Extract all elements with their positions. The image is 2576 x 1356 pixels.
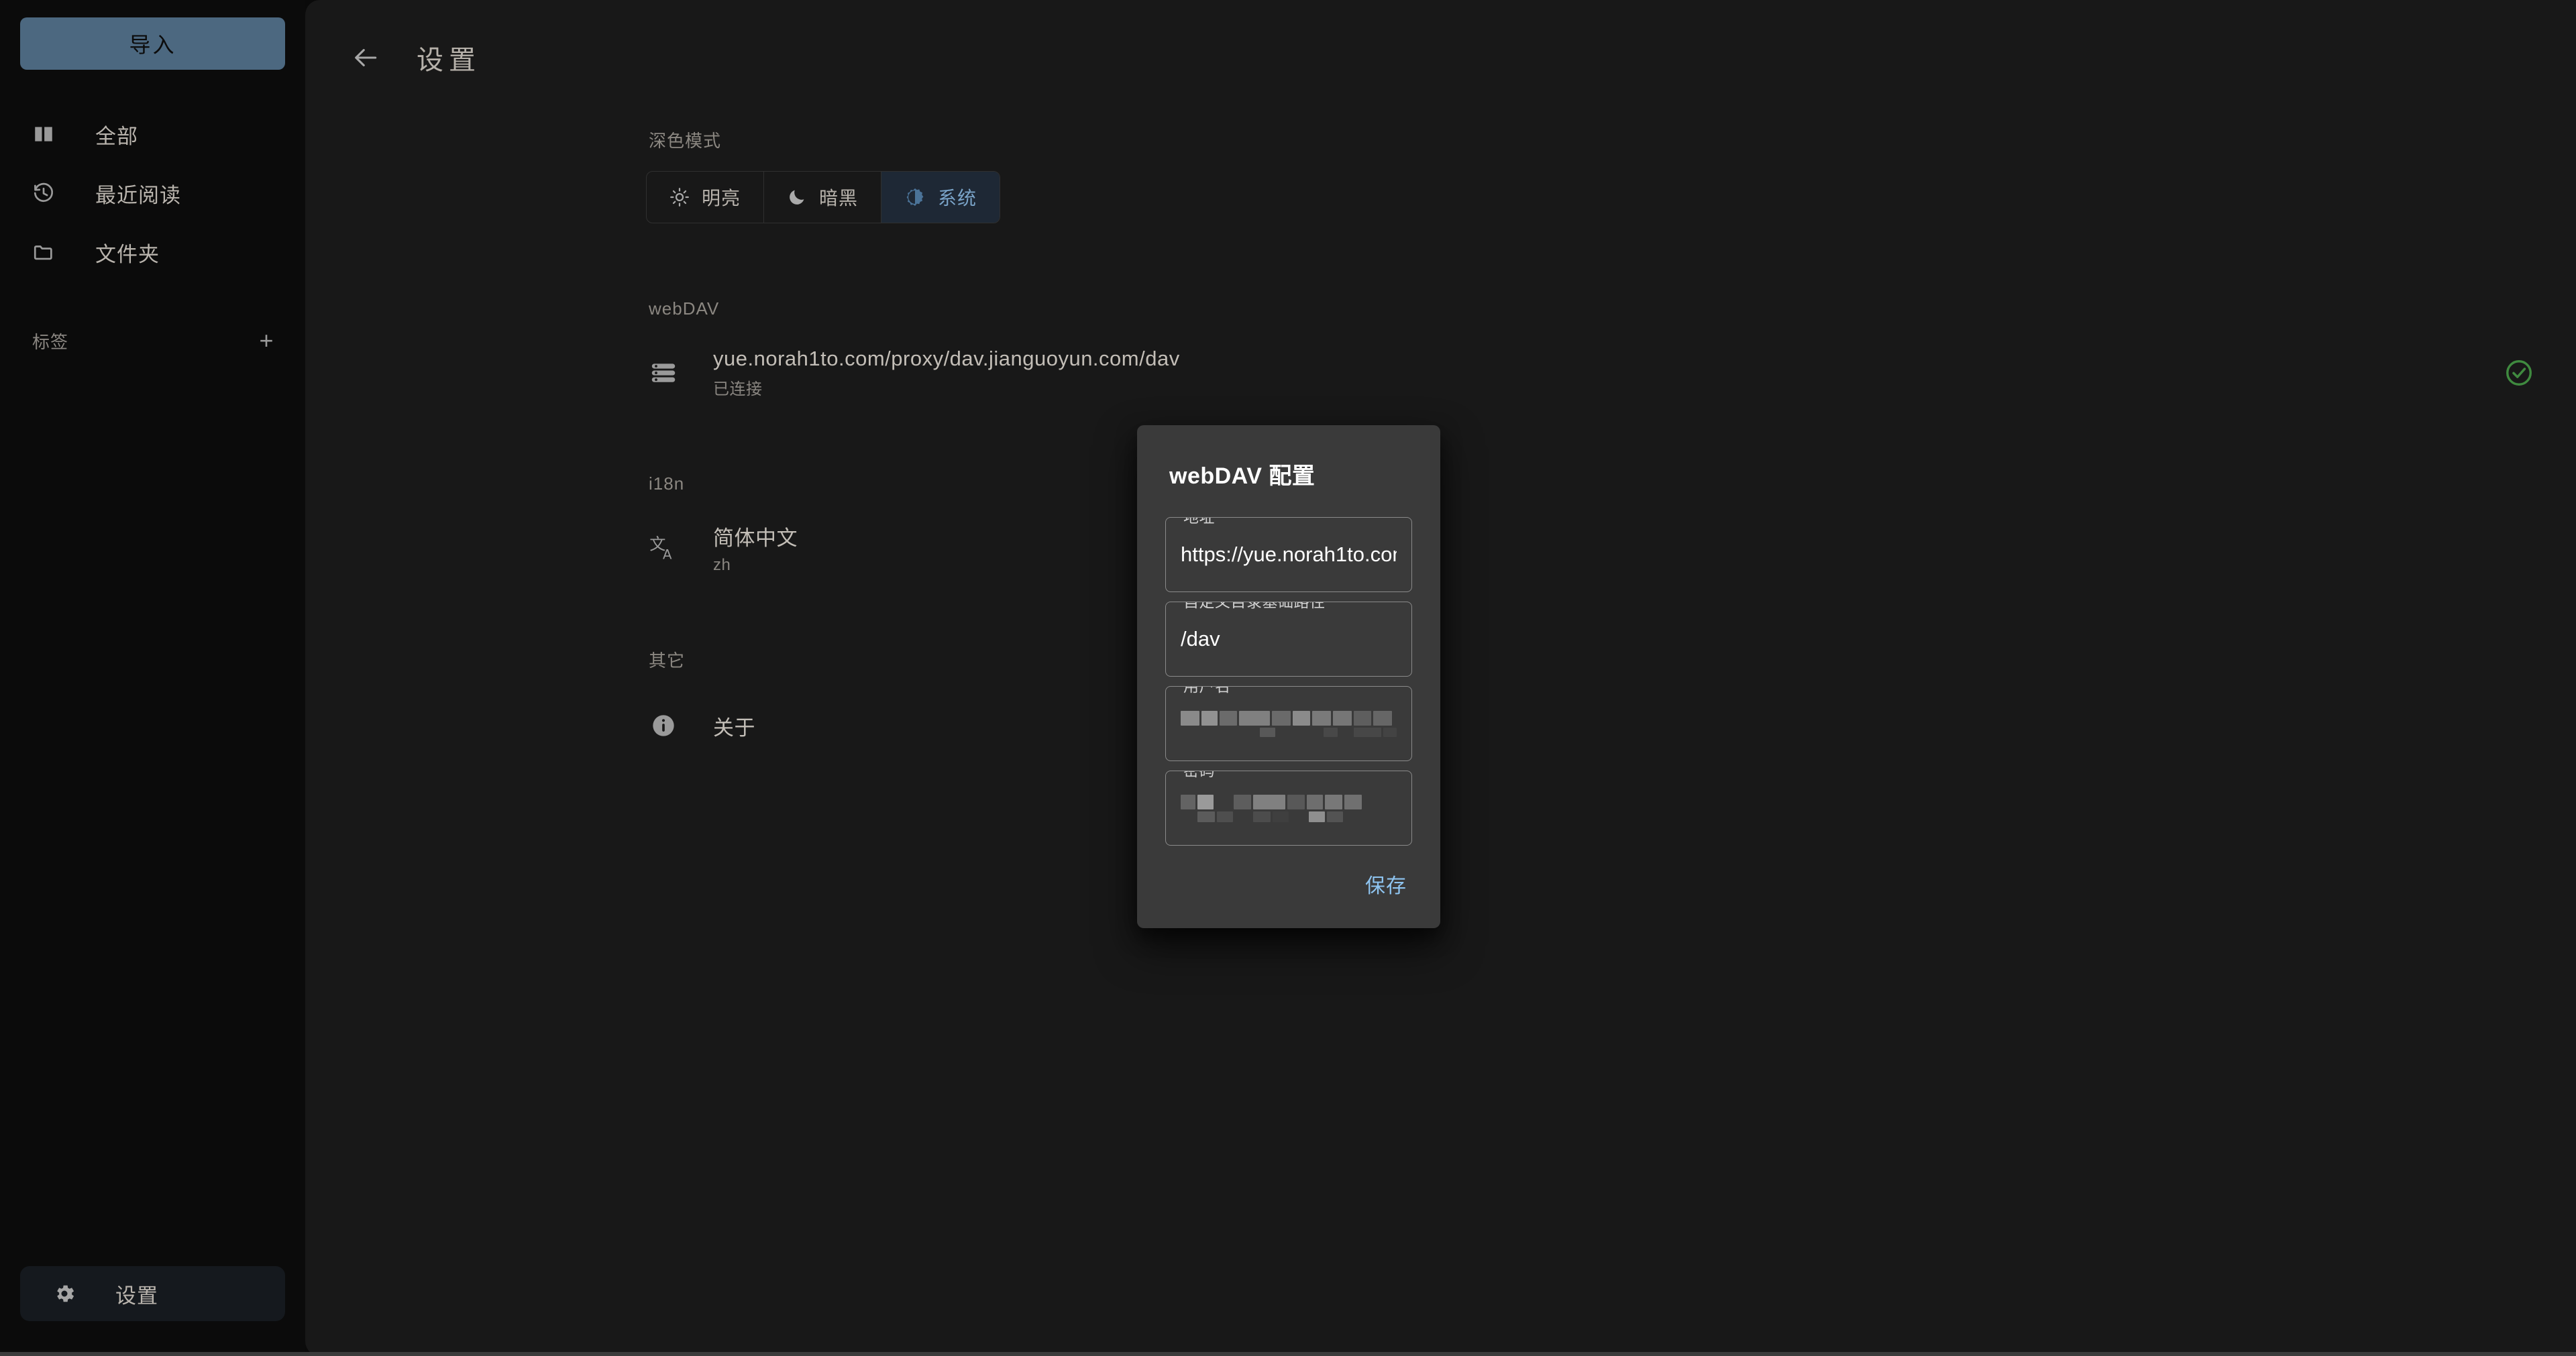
password-redacted-value [1181,794,1397,822]
address-field-value: https://yue.norah1to.com, [1181,543,1397,566]
base-path-field[interactable]: 自定义目录基础路径 /dav [1165,602,1412,677]
webdav-config-dialog: webDAV 配置 地址 https://yue.norah1to.com, 自… [1137,425,1440,928]
dialog-fields: 地址 https://yue.norah1to.com, 自定义目录基础路径 /… [1137,490,1440,846]
username-field-label: 用户名 [1178,687,1236,695]
app-root: 导入 全部 最近阅读 文件夹 标签 + 设置 设置 深色模式 明亮 暗黑 系统 … [0,0,2576,1356]
dialog-actions: 保存 [1360,862,1412,905]
username-field[interactable]: 用户名 [1165,686,1412,761]
address-field[interactable]: 地址 https://yue.norah1to.com, [1165,517,1412,592]
password-field[interactable]: 密码 [1165,771,1412,846]
address-field-label: 地址 [1178,518,1220,526]
base-path-field-value: /dav [1181,627,1220,651]
username-redacted-value [1181,710,1397,737]
save-button[interactable]: 保存 [1360,862,1412,905]
base-path-field-label: 自定义目录基础路径 [1178,602,1331,611]
bottom-strip [0,1352,2576,1356]
dialog-title: webDAV 配置 [1169,463,1316,489]
password-field-label: 密码 [1178,771,1220,780]
